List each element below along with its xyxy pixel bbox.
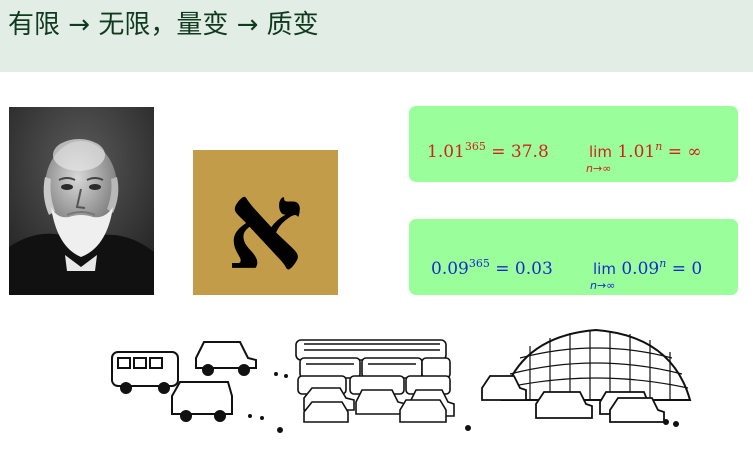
formula-growth-limit: lim n→∞ 1.01n = ∞ [586,141,702,175]
formula-decay-limit: lim n→∞ 0.09n = 0 [590,258,703,292]
growth-left-result: = 37.8 [485,142,549,162]
aleph-icon: א [226,156,303,297]
car-2 [171,381,233,415]
cars-cartoon-illustration [100,318,700,436]
growth-right-base: 1.01 [611,142,656,162]
portrait-illustration [9,107,154,295]
growth-lim-operator: lim n→∞ [586,143,612,175]
decay-left-exponent: 365 [468,257,490,270]
aleph-glyph: א [226,156,303,295]
decay-right-result: = 0 [666,259,703,279]
decay-lim-label: lim [593,260,616,278]
formula-box-decay: 0.09365 = 0.03 lim n→∞ 0.09n = 0 [409,219,738,295]
decay-lim-subscript: n→∞ [590,279,616,292]
formula-growth-left: 1.01365 = 37.8 [427,140,549,162]
aleph-symbol-tile: א [193,150,338,297]
traffic-jam-illustration [111,328,692,433]
slide-title: 有限 → 无限，量变 → 质变 [8,10,319,40]
growth-right-result: = ∞ [662,142,702,162]
growth-lim-subscript: n→∞ [586,162,612,175]
car-1 [195,341,257,369]
crowded-cars-group [295,339,455,423]
portrait-photo [9,107,154,295]
decay-right-base: 0.09 [615,259,660,279]
car-mound-group [481,328,692,423]
growth-left-base: 1.01 [427,142,465,162]
decay-left-result: = 0.03 [489,259,553,279]
growth-lim-label: lim [589,143,612,161]
decay-left-base: 0.09 [431,259,469,279]
formula-box-growth: 1.01365 = 37.8 lim n→∞ 1.01n = ∞ [409,106,738,182]
decay-lim-operator: lim n→∞ [590,260,616,292]
formula-decay-left: 0.09365 = 0.03 [431,257,553,279]
few-cars-group [111,341,257,422]
slide-header: 有限 → 无限，量变 → 质变 [0,0,753,72]
growth-left-exponent: 365 [464,140,486,153]
